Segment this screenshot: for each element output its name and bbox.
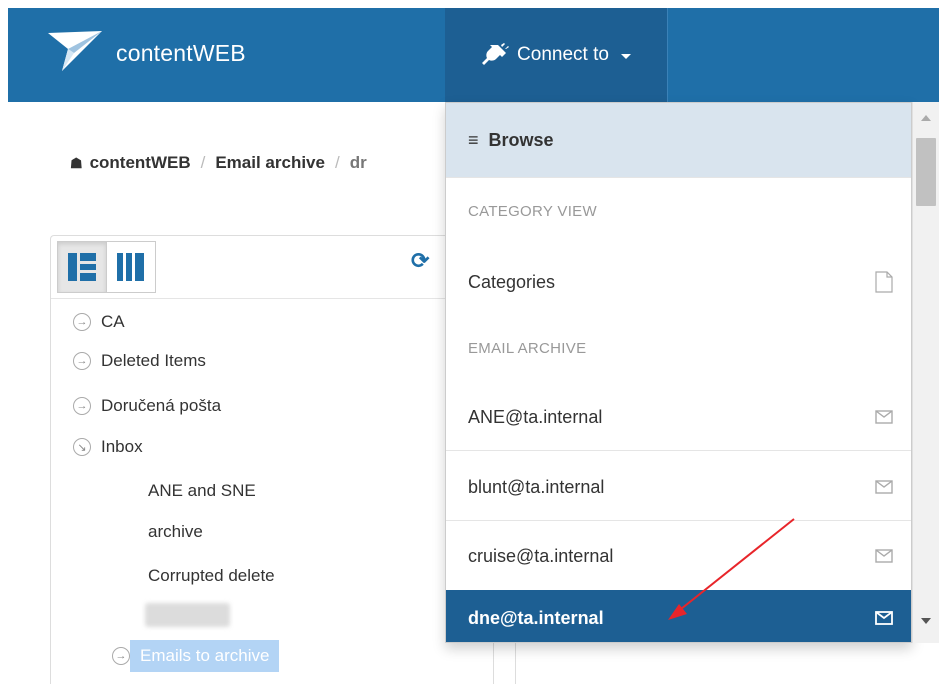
scroll-up-arrow-icon[interactable] [921,115,931,121]
arrow-down-right-circle-icon[interactable]: ↘ [73,438,91,456]
tree-item-label: Doručená pošta [101,396,222,415]
browse-header[interactable]: ≡ Browse [446,103,911,177]
tree-item-archive[interactable]: archive [148,522,203,542]
dropdown-divider [446,450,911,451]
dropdown-item-blunt[interactable]: blunt@ta.internal [446,454,911,520]
tree-item-label: ANE and SNE [148,481,256,500]
tree-item-label: Corrupted delete [148,566,275,585]
folder-tree-panel: ⟳ [50,235,451,684]
section-category-view: CATEGORY VIEW [468,203,597,220]
dropdown-item-label: blunt@ta.internal [468,476,605,497]
dropdown-divider [446,177,911,178]
arrow-right-circle-icon[interactable]: → [73,352,91,370]
breadcrumb-email-archive[interactable]: Email archive [215,153,325,173]
columns-view-button[interactable] [106,241,156,293]
arrow-right-circle-icon[interactable]: → [73,397,91,415]
dropdown-scrollbar[interactable] [912,102,939,643]
tree-item-ane-and-sne[interactable]: ANE and SNE [148,481,256,501]
arrow-right-circle-icon[interactable]: → [73,313,91,331]
breadcrumb-current: dr [349,153,367,172]
dropdown-divider [446,520,911,521]
tree-item-ca[interactable]: → CA [73,312,125,332]
refresh-icon[interactable]: ⟳ [411,248,429,274]
breadcrumb-separator: / [200,153,206,172]
home-icon: ☗ [70,154,83,171]
navbar-divider [667,8,668,102]
browse-label: Browse [488,129,554,150]
mail-icon [875,611,893,625]
dropdown-item-cruise[interactable]: cruise@ta.internal [446,523,911,589]
section-email-archive: EMAIL ARCHIVE [468,340,587,357]
breadcrumb-separator: / [334,153,340,172]
panel-divider [51,298,451,299]
column-divider [493,640,494,684]
dropdown-item-ane[interactable]: ANE@ta.internal [446,384,911,450]
tree-item-deleted-items[interactable]: → Deleted Items [73,351,206,371]
dropdown-item-label: cruise@ta.internal [468,545,614,566]
tree-item-label: Deleted Items [101,351,206,370]
tree-item-label-selected: Emails to archive [130,640,280,672]
connect-to-label: Connect to [517,44,609,65]
tree-item-label: archive [148,522,203,541]
connect-to-dropdown: ≡ Browse CATEGORY VIEW Categories EMAIL … [445,102,912,643]
app-name: contentWEB [116,39,246,66]
tree-item-emails-to-archive[interactable]: → Emails to archive [112,640,280,672]
mail-icon [875,410,893,424]
mail-icon [875,480,893,494]
tree-item-corrupted-delete[interactable]: Corrupted delete [148,566,275,586]
plug-icon [482,43,510,65]
columns-layout-icon [117,253,144,281]
breadcrumb: ☗ contentWEB / Email archive / dr [70,153,367,173]
scrollbar-thumb[interactable] [916,138,936,206]
tree-layout-icon [68,253,96,281]
column-divider [515,640,516,684]
connect-to-menu-button[interactable]: Connect to [445,8,667,102]
tree-item-label: CA [101,312,125,331]
paper-plane-logo-icon [48,31,102,71]
arrow-right-circle-icon[interactable]: → [112,647,130,665]
dropdown-item-categories[interactable]: Categories [446,249,911,315]
breadcrumb-home[interactable]: contentWEB [90,153,191,173]
dropdown-item-label: ANE@ta.internal [468,406,603,427]
dropdown-item-label: dne@ta.internal [468,607,604,628]
redacted-tree-item [145,603,230,627]
tree-item-dorucena-posta[interactable]: → Doručená pošta [73,396,221,416]
scroll-down-arrow-icon[interactable] [921,618,931,624]
brand[interactable]: contentWEB [48,31,246,75]
dropdown-item-label: Categories [468,271,556,292]
view-toggle-group [57,241,156,293]
document-icon [875,271,893,293]
mail-icon [875,549,893,563]
chevron-down-icon [620,54,631,59]
dropdown-item-dne-active[interactable]: dne@ta.internal [446,590,911,642]
tree-item-inbox[interactable]: ↘ Inbox [73,437,143,457]
tree-item-label: Inbox [101,437,143,456]
menu-lines-icon: ≡ [468,129,479,150]
tree-view-button[interactable] [57,241,107,293]
